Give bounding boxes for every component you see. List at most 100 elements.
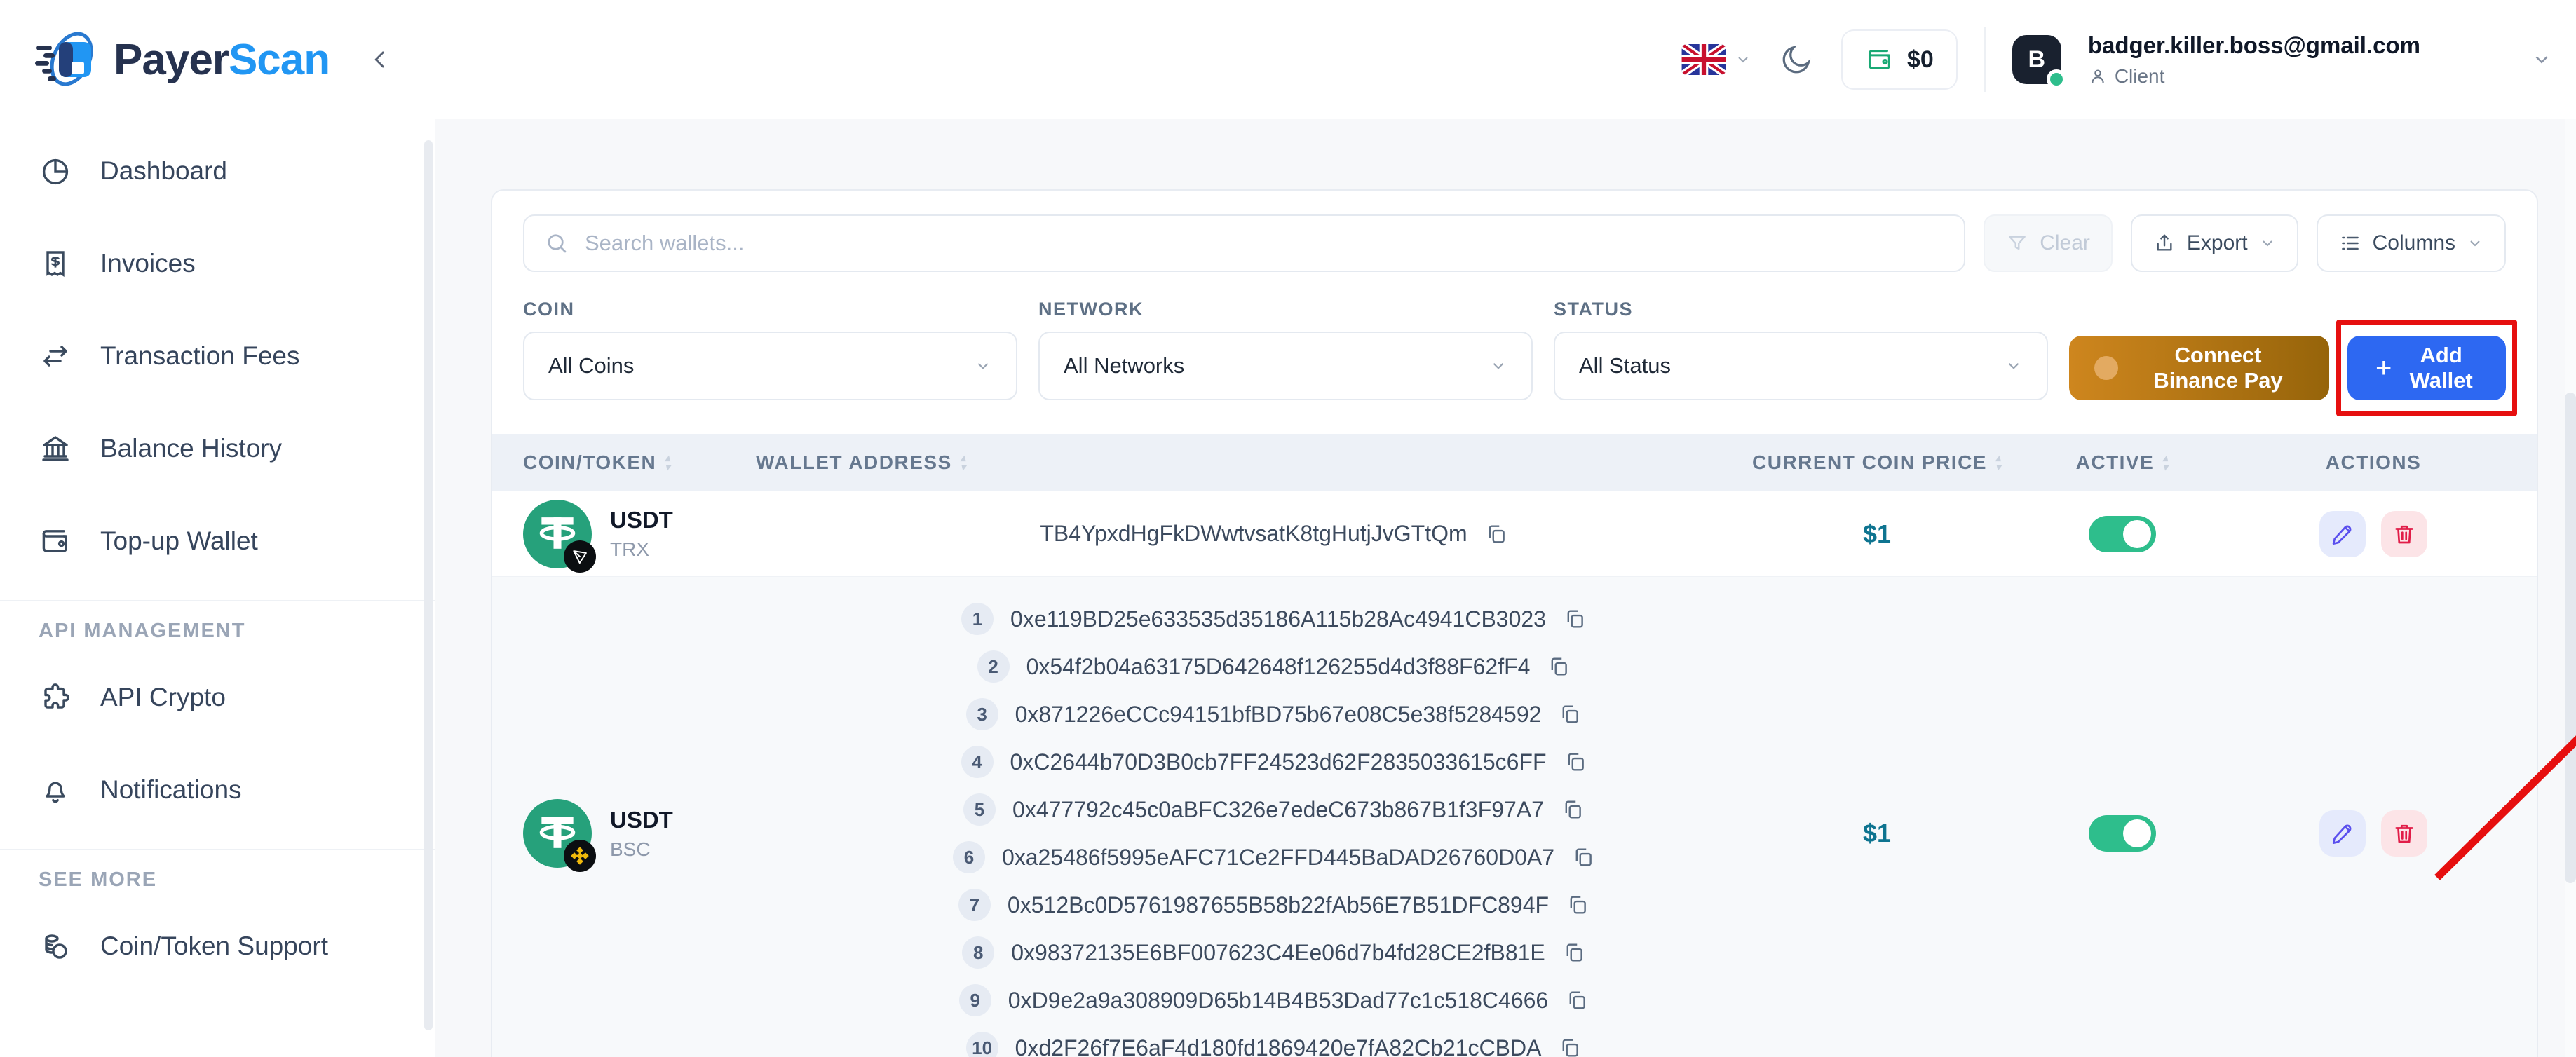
sidebar-item-notifications[interactable]: Notifications (0, 756, 435, 824)
search-input[interactable] (585, 231, 1944, 256)
connect-binance-pay-button[interactable]: Connect Binance Pay (2069, 336, 2329, 400)
sidebar-item-coin-token-support[interactable]: Coin/Token Support (0, 913, 435, 980)
coin-select[interactable]: All Coins (523, 332, 1017, 400)
sort-icon: ▴▾ (961, 454, 967, 472)
copy-icon[interactable] (1562, 941, 1586, 964)
copy-icon[interactable] (1563, 607, 1587, 631)
trash-icon (2392, 521, 2417, 547)
wallet-icon (39, 524, 72, 558)
wallet-address: 0x512Bc0D5761987655B58b22fAb56E7B51DFC89… (1008, 892, 1549, 918)
edit-button[interactable] (2319, 511, 2366, 557)
pie-chart-icon (39, 154, 72, 188)
wallet-balance-chip[interactable]: $0 (1841, 29, 1958, 90)
wallet-address: TB4YpxdHgFkDWwtvsatK8tgHutjJvGTtQm (1040, 521, 1467, 547)
copy-icon[interactable] (1558, 1036, 1582, 1057)
address-item: 4 0xC2644b70D3B0cb7FF24523d62F2835033615c… (961, 738, 1587, 786)
active-toggle[interactable] (2089, 516, 2156, 552)
network-select[interactable]: All Networks (1038, 332, 1533, 400)
filters-row: COIN All Coins NETWORK All Networks STAT… (492, 299, 2537, 400)
invoice-icon (39, 247, 72, 280)
scrollbar-thumb[interactable] (2565, 393, 2576, 883)
toggle-knob (2123, 520, 2151, 548)
user-menu-chevron-icon[interactable] (2531, 49, 2552, 70)
edit-button[interactable] (2319, 810, 2366, 857)
copy-icon[interactable] (1561, 798, 1585, 821)
filter-label: NETWORK (1038, 299, 1533, 320)
export-button[interactable]: Export (2131, 214, 2298, 272)
payerscan-logo-icon (34, 29, 101, 90)
wallet-address: 0x477792c45c0aBFC326e7edeC673b867B1f3F97… (1012, 797, 1544, 823)
usdt-coin-icon (523, 500, 592, 568)
columns-button[interactable]: Columns (2317, 214, 2506, 272)
wallet-address: 0xa25486f5995eAFC71Ce2FFD445BaDAD26760D0… (1002, 845, 1554, 871)
wallet-address: 0xD9e2a9a308909D65b14B4B53Dad77c1c518C46… (1008, 988, 1548, 1014)
sort-icon: ▴▾ (1995, 454, 2002, 472)
filter-status: STATUS All Status (1554, 299, 2048, 400)
address-item: 70x512Bc0D5761987655B58b22fAb56E7B51DFC8… (958, 881, 1589, 929)
toggle-knob (2123, 819, 2151, 847)
filter-label: STATUS (1554, 299, 2048, 320)
actions-cell (2210, 511, 2537, 557)
column-header-current-coin-price[interactable]: CURRENT COIN PRICE▴▾ (1719, 451, 2035, 474)
delete-button[interactable] (2381, 810, 2427, 857)
wallets-table: COIN/TOKEN▴▾WALLET ADDRESS▴▾CURRENT COIN… (492, 434, 2537, 1057)
status-select[interactable]: All Status (1554, 332, 2048, 400)
chevron-down-icon (2467, 235, 2483, 252)
column-header-actions: ACTIONS (2210, 451, 2537, 474)
address-index-badge: 2 (977, 650, 1010, 683)
language-selector[interactable] (1681, 44, 1751, 75)
brand-logo[interactable]: PayerScan (34, 29, 330, 90)
main-content: Clear Export Columns COIN All Coin (435, 119, 2576, 1057)
user-email: badger.killer.boss@gmail.com (2088, 32, 2420, 59)
copy-icon[interactable] (1565, 988, 1589, 1012)
column-header-coin-token[interactable]: COIN/TOKEN▴▾ (492, 451, 738, 474)
sidebar-item-dashboard[interactable]: Dashboard (0, 137, 435, 205)
puzzle-icon (39, 681, 72, 714)
bank-icon (39, 432, 72, 465)
chevron-down-icon (2005, 357, 2023, 375)
copy-icon[interactable] (1484, 522, 1508, 546)
trash-icon (2392, 821, 2417, 846)
search-box (523, 214, 1965, 272)
column-header-wallet-address[interactable]: WALLET ADDRESS▴▾ (738, 451, 1719, 474)
user-info[interactable]: badger.killer.boss@gmail.com Client (2088, 32, 2420, 88)
delete-button[interactable] (2381, 511, 2427, 557)
address-item: 60xa25486f5995eAFC71Ce2FFD445BaDAD26760D… (953, 833, 1595, 881)
address-index-badge: 8 (962, 936, 994, 969)
coin-name: USDT (610, 807, 673, 833)
copy-icon[interactable] (1566, 893, 1589, 917)
list-icon (2339, 232, 2361, 254)
plus-icon: + (2375, 354, 2392, 382)
sidebar-item-balance-history[interactable]: Balance History (0, 415, 435, 482)
sidebar-collapse-icon[interactable] (366, 46, 394, 74)
wallet-address: 0xC2644b70D3B0cb7FF24523d62F2835033615c6… (1010, 749, 1547, 775)
export-icon (2153, 232, 2176, 254)
copy-icon[interactable] (1558, 702, 1582, 726)
column-header-active[interactable]: ACTIVE▴▾ (2035, 451, 2210, 474)
chevron-down-icon (1489, 357, 1507, 375)
wallet-address: 0x54f2b04a63175D642648f126255d4d3f88F62f… (1026, 654, 1531, 680)
page-scrollbar[interactable] (2565, 119, 2576, 1057)
copy-icon[interactable] (1571, 845, 1595, 869)
coins-icon (39, 929, 72, 963)
wallet-address: 0xd2F26f7E6aF4d180fd1869420e7fA82Cb21cCB… (1015, 1035, 1542, 1057)
current-coin-price: $1 (1719, 519, 2035, 549)
avatar[interactable]: B (2012, 35, 2061, 84)
sort-icon: ▴▾ (2162, 454, 2169, 472)
sidebar-item-invoices[interactable]: Invoices (0, 230, 435, 297)
sidebar-item-transaction-fees[interactable]: Transaction Fees (0, 322, 435, 390)
dark-mode-moon-icon[interactable] (1778, 41, 1815, 78)
sidebar-item-topup-wallet[interactable]: Top-up Wallet (0, 507, 435, 575)
clear-filters-button[interactable]: Clear (1984, 214, 2113, 272)
wallet-icon (1865, 45, 1894, 74)
wallet-address: 0x98372135E6BF007623C4Ee06d7b4fd28CE2fB8… (1011, 940, 1545, 966)
active-toggle[interactable] (2089, 815, 2156, 852)
add-wallet-button[interactable]: + Add Wallet (2347, 336, 2506, 400)
coin-cell: USDTBSC (492, 799, 738, 868)
address-item: TB4YpxdHgFkDWwtvsatK8tgHutjJvGTtQm (1040, 510, 1507, 558)
address-index-badge: 4 (961, 746, 994, 778)
sidebar-item-api-crypto[interactable]: API Crypto (0, 664, 435, 731)
usdt-coin-icon (523, 799, 592, 868)
copy-icon[interactable] (1564, 750, 1587, 774)
copy-icon[interactable] (1547, 655, 1571, 678)
